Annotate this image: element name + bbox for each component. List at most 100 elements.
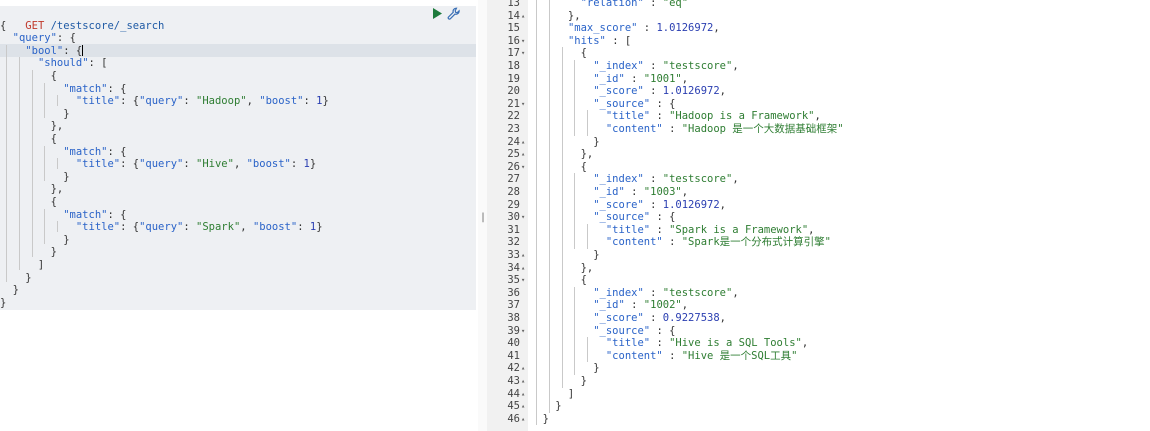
fold-up-icon[interactable]: ▴ bbox=[521, 136, 528, 149]
code-token: , bbox=[732, 60, 739, 72]
response-code-line: { bbox=[530, 161, 587, 174]
line-number: 35 bbox=[507, 274, 520, 287]
response-code-line: } bbox=[530, 413, 549, 426]
code-token: , bbox=[233, 158, 247, 171]
code-token: : { bbox=[120, 158, 140, 171]
code-token: "testscore" bbox=[662, 173, 733, 186]
request-code-line[interactable]: } bbox=[0, 170, 70, 184]
code-token: "Hadoop is a Framework" bbox=[669, 110, 815, 123]
request-code-line[interactable]: "query": { bbox=[0, 32, 76, 45]
code-token: "1003" bbox=[643, 186, 682, 198]
request-code-line[interactable]: { bbox=[0, 133, 57, 146]
code-token: } bbox=[530, 135, 600, 148]
text-cursor bbox=[82, 45, 84, 57]
request-code-line[interactable]: } bbox=[0, 107, 70, 121]
request-code-line[interactable]: "title": {"query": "Spark", "boost": 1} bbox=[0, 221, 323, 234]
request-path: /testscore/_search bbox=[44, 19, 165, 32]
code-token: }, bbox=[530, 9, 581, 22]
indent-guide bbox=[574, 173, 576, 249]
code-token: 0.9227538 bbox=[662, 312, 720, 324]
fold-down-icon[interactable]: ▾ bbox=[521, 274, 528, 287]
fold-up-icon[interactable]: ▴ bbox=[521, 10, 528, 23]
request-editor-pane[interactable]: GET /testscore/_search { "query": { "boo… bbox=[0, 0, 477, 431]
code-token: } bbox=[0, 233, 70, 246]
code-token: } bbox=[0, 107, 70, 120]
wrench-icon[interactable] bbox=[447, 7, 461, 21]
line-number: 14 bbox=[507, 9, 520, 22]
request-code-line[interactable]: "title": {"query": "Hadoop", "boost": 1} bbox=[0, 95, 329, 108]
code-token: "_score" bbox=[593, 198, 644, 211]
code-token: , bbox=[681, 299, 689, 312]
code-token: } bbox=[530, 362, 600, 375]
fold-up-icon[interactable]: ▴ bbox=[521, 262, 528, 275]
request-code-line[interactable]: "title": {"query": "Hive", "boost": 1} bbox=[0, 158, 316, 171]
code-token: { bbox=[0, 19, 7, 32]
request-code-line[interactable]: { bbox=[0, 20, 6, 33]
code-token: } bbox=[316, 221, 323, 234]
request-code-line[interactable]: } bbox=[0, 246, 57, 259]
response-code-line: "title" : "Hive is a SQL Tools", bbox=[530, 337, 808, 350]
response-code-line: "_score" : 1.0126972, bbox=[530, 85, 726, 98]
indent-guide bbox=[44, 208, 46, 245]
request-code-line[interactable]: { bbox=[0, 196, 57, 209]
line-number: 21 bbox=[507, 97, 520, 110]
code-token: , bbox=[732, 286, 739, 299]
request-code-line[interactable]: } bbox=[0, 272, 31, 285]
fold-up-icon[interactable]: ▴ bbox=[521, 148, 528, 161]
code-token: "_score" bbox=[593, 312, 644, 324]
fold-up-icon[interactable]: ▴ bbox=[521, 249, 528, 262]
request-code-line[interactable]: } bbox=[0, 297, 6, 310]
code-token: "title" bbox=[605, 223, 651, 236]
code-token: "_index" bbox=[593, 173, 644, 186]
code-token: "title" bbox=[605, 110, 651, 123]
request-code-line[interactable]: { bbox=[0, 70, 57, 83]
line-number: 30 bbox=[507, 211, 520, 224]
indent-guide bbox=[574, 60, 576, 136]
request-code-line[interactable]: "bool": { bbox=[0, 45, 84, 58]
line-number: 42 bbox=[507, 362, 520, 375]
code-token: "_score" bbox=[593, 85, 644, 98]
line-number: 27 bbox=[507, 173, 520, 186]
fold-up-icon[interactable]: ▴ bbox=[521, 388, 528, 401]
code-token: "Hive is a SQL Tools" bbox=[669, 337, 802, 350]
response-code-line: } bbox=[530, 362, 600, 375]
code-token: "boost" bbox=[252, 221, 298, 234]
fold-up-icon[interactable]: ▴ bbox=[521, 362, 528, 375]
fold-down-icon[interactable]: ▾ bbox=[521, 98, 528, 111]
request-line[interactable]: GET /testscore/_search bbox=[0, 7, 164, 32]
code-token: : bbox=[662, 236, 682, 249]
code-token: , bbox=[719, 85, 726, 98]
indent-guide bbox=[536, 0, 538, 426]
line-number: 29 bbox=[507, 198, 520, 211]
code-token: : bbox=[624, 72, 644, 85]
fold-down-icon[interactable]: ▾ bbox=[521, 325, 528, 338]
fold-down-icon[interactable]: ▾ bbox=[521, 35, 528, 48]
line-number: 34 bbox=[507, 261, 520, 274]
fold-down-icon[interactable]: ▾ bbox=[521, 47, 528, 60]
response-code-line: "max_score" : 1.0126972, bbox=[530, 22, 720, 35]
request-code-line[interactable]: "should": [ bbox=[0, 57, 108, 70]
code-token: "match" bbox=[63, 145, 108, 158]
code-token: "query" bbox=[12, 32, 57, 45]
code-token: : { bbox=[107, 82, 127, 95]
code-token: , bbox=[808, 223, 815, 236]
line-number: 38 bbox=[507, 312, 520, 324]
line-number: 40 bbox=[507, 337, 520, 350]
fold-up-icon[interactable]: ▴ bbox=[521, 400, 528, 413]
code-token: "match" bbox=[63, 82, 108, 95]
code-token: "should" bbox=[37, 57, 89, 70]
fold-down-icon[interactable]: ▾ bbox=[521, 211, 528, 224]
fold-down-icon[interactable]: ▾ bbox=[521, 161, 528, 174]
request-code-line[interactable]: } bbox=[0, 233, 70, 247]
fold-up-icon[interactable]: ▴ bbox=[521, 413, 528, 426]
code-token: "Spark is a Framework" bbox=[669, 223, 809, 236]
fold-up-icon[interactable]: ▴ bbox=[521, 375, 528, 388]
code-token: } bbox=[0, 170, 70, 183]
request-code-line[interactable]: } bbox=[0, 284, 19, 297]
response-code-line: "_id" : "1001", bbox=[530, 73, 688, 86]
response-code-line: "relation" : "eq" bbox=[530, 0, 688, 10]
play-icon[interactable] bbox=[432, 8, 443, 19]
